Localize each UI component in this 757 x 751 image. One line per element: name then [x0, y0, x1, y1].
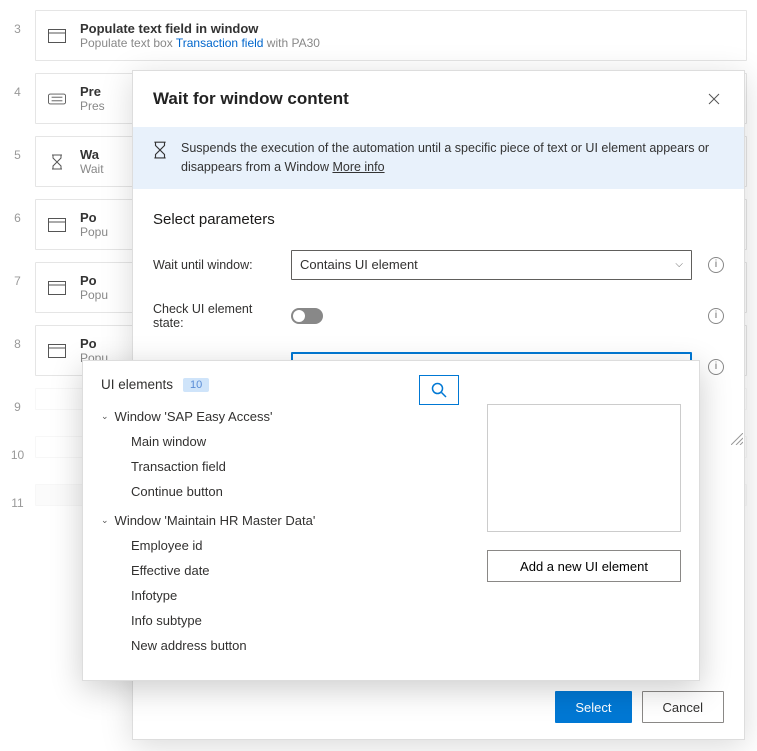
info-text: Suspends the execution of the automation…	[181, 141, 709, 174]
tree-item[interactable]: New address button	[101, 633, 467, 658]
check-state-label: Check UI element state:	[153, 302, 281, 330]
check-state-toggle[interactable]	[291, 308, 323, 324]
select-button[interactable]: Select	[555, 691, 631, 723]
info-icon[interactable]: i	[708, 308, 724, 324]
dropdown-body: ⌄ Window 'SAP Easy Access' Main window T…	[101, 404, 681, 662]
close-icon	[708, 93, 720, 105]
hourglass-icon	[48, 153, 66, 171]
tree-group-header[interactable]: ⌄ Window 'SAP Easy Access'	[101, 404, 467, 429]
dropdown-title: UI elements	[101, 377, 173, 392]
wait-until-row: Wait until window: Contains UI element ⌵…	[153, 250, 724, 280]
keyboard-icon	[48, 90, 66, 108]
add-ui-element-button[interactable]: Add a new UI element	[487, 550, 681, 582]
tree-group-header[interactable]: ⌄ Window 'Maintain HR Master Data'	[101, 508, 467, 533]
tree-item[interactable]: Infotype	[101, 583, 467, 608]
cancel-button[interactable]: Cancel	[642, 691, 724, 723]
preview-column: Add a new UI element	[487, 404, 681, 662]
tree-item[interactable]: Continue button	[101, 479, 467, 504]
info-icon[interactable]: i	[708, 257, 724, 273]
dropdown-header: UI elements 10	[101, 377, 681, 392]
dialog-footer: Select Cancel	[133, 679, 744, 739]
dialog-header: Wait for window content	[133, 71, 744, 119]
params-title: Select parameters	[153, 211, 724, 228]
step-text: Populate text field in window Populate t…	[80, 21, 320, 50]
ui-elements-dropdown-panel: UI elements 10 ⌄ Window 'SAP Easy Access…	[82, 360, 700, 681]
tree-item[interactable]: Main window	[101, 429, 467, 454]
hourglass-icon	[153, 141, 167, 159]
close-button[interactable]	[704, 89, 724, 109]
preview-box	[487, 404, 681, 532]
wait-until-value: Contains UI element	[300, 257, 418, 272]
tree-item[interactable]: Effective date	[101, 558, 467, 583]
chevron-down-icon: ⌵	[675, 259, 683, 270]
count-badge: 10	[183, 378, 209, 392]
tree-group-label: Window 'SAP Easy Access'	[115, 409, 273, 424]
tree-group: ⌄ Window 'SAP Easy Access' Main window T…	[101, 404, 467, 504]
info-banner: Suspends the execution of the automation…	[133, 127, 744, 189]
window-icon	[48, 342, 66, 360]
tree-item[interactable]: Info subtype	[101, 608, 467, 633]
window-icon	[48, 27, 66, 45]
tree-group-label: Window 'Maintain HR Master Data'	[115, 513, 316, 528]
search-icon	[431, 382, 447, 398]
window-icon	[48, 216, 66, 234]
more-info-link[interactable]: More info	[332, 160, 384, 174]
check-state-row: Check UI element state: i	[153, 302, 724, 330]
ui-elements-tree: ⌄ Window 'SAP Easy Access' Main window T…	[101, 404, 467, 662]
step-subtitle: Populate text box Transaction field with…	[80, 36, 320, 50]
tree-group: ⌄ Window 'Maintain HR Master Data' Emplo…	[101, 508, 467, 658]
step-card[interactable]: Populate text field in window Populate t…	[35, 10, 747, 61]
step-title: Populate text field in window	[80, 21, 320, 36]
dialog-title: Wait for window content	[153, 89, 349, 109]
step-number: 3	[0, 10, 35, 36]
resize-handle[interactable]	[731, 433, 743, 445]
wait-until-label: Wait until window:	[153, 258, 281, 272]
tree-item[interactable]: Transaction field	[101, 454, 467, 479]
step-row: 3 Populate text field in window Populate…	[0, 10, 757, 61]
step-link[interactable]: Transaction field	[176, 36, 264, 50]
wait-until-select[interactable]: Contains UI element ⌵	[291, 250, 692, 280]
search-button[interactable]	[419, 375, 459, 405]
chevron-down-icon: ⌄	[101, 411, 109, 422]
info-icon[interactable]: i	[708, 359, 724, 375]
tree-item[interactable]: Employee id	[101, 533, 467, 558]
chevron-down-icon: ⌄	[101, 515, 109, 526]
window-icon	[48, 279, 66, 297]
